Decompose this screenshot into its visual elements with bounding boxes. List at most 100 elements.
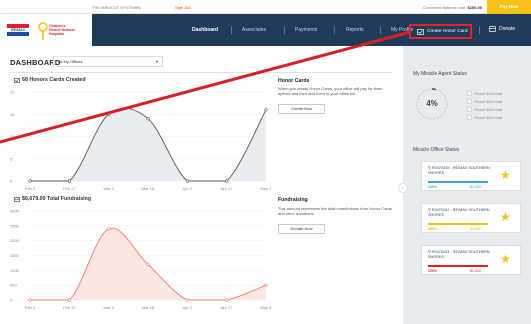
chart1-title-text: 68 Honors Cards Created bbox=[22, 77, 86, 83]
progress-bar bbox=[428, 223, 488, 225]
office-id: ⚲ R0470282 - RE/MAX SOUTHERN SHORES bbox=[428, 208, 490, 217]
sign-out-link[interactable]: Sign Out bbox=[175, 5, 191, 10]
cmn-logo[interactable]: Children's Miracle Network Hospitals bbox=[38, 21, 88, 41]
x-tick-label: Mar 3 bbox=[104, 305, 115, 310]
system-label: THE MIRACLE SYSTEM bbox=[92, 5, 137, 10]
x-tick-label: Mar 3 bbox=[104, 186, 115, 191]
nav-divider bbox=[231, 26, 232, 34]
x-tick-label: Mar 18 bbox=[142, 186, 155, 191]
nav-divider bbox=[380, 26, 381, 34]
data-point bbox=[264, 108, 268, 112]
balance-due: Combined Balance Due: $100.00 bbox=[423, 5, 482, 10]
data-point bbox=[67, 298, 71, 302]
x-tick-label: May 2 bbox=[261, 305, 273, 310]
data-point bbox=[146, 262, 150, 267]
status-sidebar: My Miracle Agent Status 4% Reach $100 to… bbox=[403, 46, 531, 324]
y-tick-label: 3000 bbox=[10, 209, 20, 214]
progress-bar bbox=[428, 265, 488, 267]
progress-percent: 4% bbox=[426, 99, 438, 108]
nav-associates[interactable]: Associates bbox=[242, 14, 266, 46]
data-point bbox=[225, 298, 229, 302]
x-tick-label: Apr 2 bbox=[183, 186, 193, 191]
honor-cards-heading: Honor Cards bbox=[278, 78, 310, 84]
office-amount: $2,000 bbox=[470, 227, 481, 231]
y-tick-label: 1000 bbox=[10, 268, 20, 273]
progress-bar bbox=[428, 181, 488, 183]
agent-status-heading: My Miracle Agent Status bbox=[413, 71, 467, 77]
goal-item[interactable]: Reach $100 total bbox=[467, 91, 502, 96]
data-point bbox=[67, 179, 71, 183]
star-icon: ★ bbox=[500, 168, 511, 182]
data-point bbox=[185, 298, 189, 302]
y-tick-label: 2000 bbox=[10, 238, 20, 243]
donate-label: Donate bbox=[499, 26, 516, 32]
goal-checkbox[interactable] bbox=[467, 107, 472, 112]
y-tick-label: 0 bbox=[10, 179, 13, 184]
collapse-sidebar-button[interactable]: › bbox=[398, 183, 408, 193]
nav-dashboard[interactable]: Dashboard bbox=[192, 14, 218, 46]
nav-payments[interactable]: Payments bbox=[295, 14, 317, 46]
nav-divider bbox=[479, 26, 480, 34]
dashboard-panel: DASHBOARD All My Offices ▾ 68 Honors Card… bbox=[0, 46, 403, 324]
data-point bbox=[28, 179, 32, 183]
remax-logo-text: RE/MAX bbox=[11, 28, 26, 32]
x-tick-label: Apr 2 bbox=[183, 305, 193, 310]
x-tick-label: Apr 17 bbox=[221, 305, 234, 310]
language-link[interactable]: HL bbox=[136, 5, 141, 10]
goal-checkbox[interactable] bbox=[467, 115, 472, 120]
office-card[interactable]: ⚲ R0470339 - RE/MAX SOUTHERN SHORES 100%… bbox=[421, 161, 521, 191]
remax-logo[interactable]: RE/MAX bbox=[7, 24, 29, 36]
donate-button[interactable]: Donate bbox=[489, 26, 515, 32]
fundraising-chart: 0 500 1000 1500 2000 2500 3000 Feb 2 Feb 17 Mar 3… bbox=[10, 209, 273, 311]
card-icon bbox=[417, 28, 424, 35]
gift-card-icon bbox=[14, 196, 20, 202]
office-status-heading: Miracle Office Status bbox=[413, 147, 460, 153]
top-bar: THE MIRACLE SYSTEM HL Sign Out Combined … bbox=[0, 0, 531, 14]
office-id: ⚲ R0470339 - RE/MAX SOUTHERN SHORES bbox=[428, 166, 490, 175]
honor-cards-chart-title: 68 Honors Cards Created bbox=[14, 77, 86, 83]
star-icon: ★ bbox=[500, 252, 511, 266]
data-point bbox=[264, 283, 268, 287]
goal-item[interactable]: Reach $200 total bbox=[467, 99, 502, 104]
office-select[interactable]: All My Offices ▾ bbox=[53, 56, 163, 67]
honor-cards-description: When you create Honor Cards, your office… bbox=[278, 86, 383, 97]
x-tick-label: Apr 17 bbox=[221, 186, 234, 191]
office-percent: 100% bbox=[428, 269, 437, 273]
office-id: ⚲ R0470443 - RE/MAX SOUTHERN SHORES bbox=[428, 250, 490, 259]
nav-reports[interactable]: Reports bbox=[346, 14, 364, 46]
y-tick-label: 20 bbox=[10, 90, 15, 95]
goal-item[interactable]: Reach $300 total bbox=[467, 107, 502, 112]
y-tick-label: 15 bbox=[10, 112, 15, 117]
pay-now-button[interactable]: Pay Now bbox=[487, 0, 531, 14]
x-tick-label: Feb 17 bbox=[63, 305, 76, 310]
office-amount: $2,000 bbox=[470, 185, 481, 189]
create-honor-card-button[interactable]: Create Honor Card bbox=[409, 24, 472, 39]
svg-text:Hospitals: Hospitals bbox=[49, 32, 64, 36]
x-tick-label: Feb 2 bbox=[25, 186, 36, 191]
fundraising-description: This amount represents the total contrib… bbox=[278, 206, 393, 217]
chart2-title-text: $6,679.00 Total Fundraising bbox=[22, 196, 92, 202]
nav-divider bbox=[334, 26, 335, 34]
x-tick-label: May 2 bbox=[261, 186, 273, 191]
data-point bbox=[28, 298, 32, 302]
office-select-value: All My Offices bbox=[58, 59, 83, 64]
y-tick-label: 0 bbox=[10, 298, 13, 303]
office-card[interactable]: ⚲ R0470282 - RE/MAX SOUTHERN SHORES 100%… bbox=[421, 203, 521, 233]
goal-item[interactable]: Reach $500 total bbox=[467, 115, 502, 120]
data-point bbox=[146, 117, 150, 121]
fundraising-chart-title: $6,679.00 Total Fundraising bbox=[14, 196, 91, 202]
create-honor-card-label: Create Honor Card bbox=[427, 29, 468, 34]
balance-value: $100.00 bbox=[467, 5, 482, 10]
goal-checkbox[interactable] bbox=[467, 91, 472, 96]
data-point bbox=[185, 179, 189, 183]
donate-now-button[interactable]: Donate Now bbox=[278, 224, 325, 234]
create-now-button[interactable]: Create Now bbox=[278, 104, 325, 114]
office-percent: 100% bbox=[428, 227, 437, 231]
office-card[interactable]: ⚲ R0470443 - RE/MAX SOUTHERN SHORES 100%… bbox=[421, 245, 521, 275]
office-amount: $2,000 bbox=[470, 269, 481, 273]
x-tick-label: Feb 17 bbox=[63, 186, 76, 191]
y-tick-label: 1500 bbox=[10, 253, 20, 258]
chevron-down-icon: ▾ bbox=[155, 59, 158, 64]
nav-divider bbox=[284, 26, 285, 34]
goal-checkbox[interactable] bbox=[467, 99, 472, 104]
